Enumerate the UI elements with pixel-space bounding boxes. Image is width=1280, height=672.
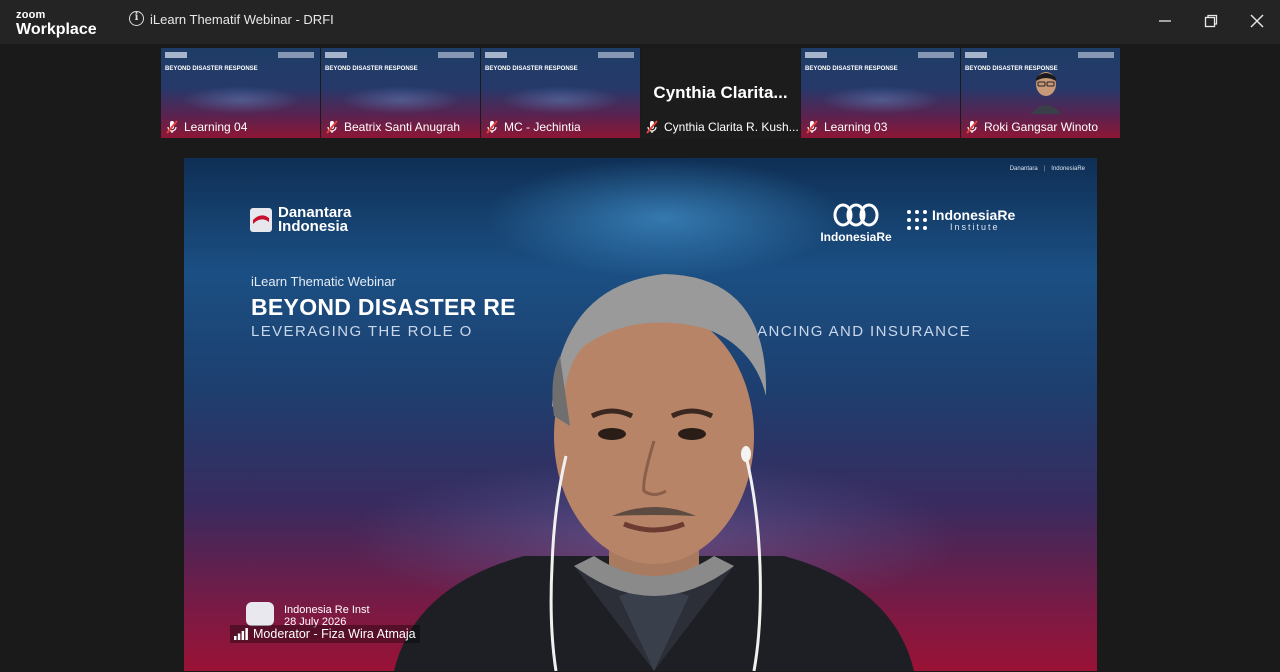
participant-tile[interactable]: BEYOND DISASTER RESPONSE MC - Jechintia — [481, 48, 640, 138]
close-icon — [1250, 14, 1264, 28]
danantara-logo: Danantara Indonesia — [250, 205, 351, 235]
speaker-person — [394, 274, 914, 671]
indonesiare-logo: IndonesiaRe — [814, 202, 898, 244]
participant-name: Learning 03 — [824, 120, 888, 134]
title-bar: zoom Workplace i iLearn Thematif Webinar… — [0, 0, 1280, 44]
slide-thumb-logo — [1078, 52, 1114, 58]
zoom-workplace-logo: zoom Workplace — [16, 10, 97, 38]
institute-title: IndonesiaRe — [932, 207, 1016, 223]
close-button[interactable] — [1243, 10, 1271, 34]
institute-dots-icon — [907, 210, 927, 230]
gallery-strip: BEYOND DISASTER RESPONSE Learning 04 BEY… — [161, 48, 1120, 138]
danantara-line2: Indonesia — [278, 218, 349, 235]
participant-name: Beatrix Santi Anugrah — [344, 120, 461, 134]
participant-name-label: Roki Gangsar Winoto — [965, 119, 1098, 135]
slide-top-logos: Danantara | IndonesiaRe — [1009, 166, 1085, 172]
footer-logo-icon — [246, 602, 274, 626]
brand-big: Workplace — [16, 21, 97, 38]
participant-video-person — [1031, 72, 1061, 114]
participant-tile[interactable]: BEYOND DISASTER RESPONSE Beatrix Santi A… — [321, 48, 480, 138]
active-speaker-name-label: Moderator - Fiza Wira Atmaja — [230, 625, 420, 643]
slide-thumb-logo — [485, 52, 507, 58]
participant-name: Roki Gangsar Winoto — [984, 120, 1099, 134]
participant-name-label: Beatrix Santi Anugrah — [325, 119, 460, 135]
indonesiare-rings-icon — [833, 203, 879, 227]
mic-muted-icon — [326, 120, 338, 134]
connection-signal-icon — [234, 628, 248, 640]
mic-muted-icon — [646, 120, 658, 134]
slide-thumb-title: BEYOND DISASTER RESPONSE — [805, 66, 898, 72]
participant-tile[interactable]: BEYOND DISASTER RESPONSE Roki Gangsar Wi… — [961, 48, 1120, 138]
mini-logo-danantara: Danantara — [1009, 166, 1038, 172]
brand-small: zoom — [16, 9, 46, 21]
slide-thumb-logo — [805, 52, 827, 58]
info-icon[interactable]: i — [129, 11, 144, 26]
participant-name: Cynthia Clarita R. Kush... — [664, 120, 799, 134]
participant-tile[interactable]: Cynthia Clarita... Cynthia Clarita R. Ku… — [641, 48, 800, 138]
participant-display-name: Cynthia Clarita... — [653, 83, 788, 102]
participant-name: Learning 04 — [184, 120, 248, 134]
minimize-button[interactable] — [1151, 10, 1179, 34]
mic-muted-icon — [166, 120, 178, 134]
indonesiare-text: IndonesiaRe — [820, 230, 892, 244]
restore-button[interactable] — [1197, 10, 1225, 34]
mic-muted-icon — [806, 120, 818, 134]
participant-name-label: MC - Jechintia — [485, 119, 581, 135]
slide-thumb-logo — [165, 52, 187, 58]
restore-icon — [1204, 14, 1218, 28]
participant-tile[interactable]: BEYOND DISASTER RESPONSE Learning 04 — [161, 48, 320, 138]
slide-thumb-logo — [438, 52, 474, 58]
danantara-mark-icon — [250, 208, 272, 232]
mic-muted-icon — [486, 120, 498, 134]
slide-thumb-logo — [325, 52, 347, 58]
participant-name-label: Learning 04 — [165, 119, 247, 135]
indonesiare-institute-logo: IndonesiaRe Institute — [906, 208, 1015, 232]
slide-thumb-logo — [598, 52, 634, 58]
participant-name-label: Learning 03 — [805, 119, 887, 135]
window-title: iLearn Thematif Webinar - DRFI — [150, 12, 334, 27]
slide-thumb-logo — [918, 52, 954, 58]
participant-name-label: Cynthia Clarita R. Kush... — [645, 119, 799, 135]
active-speaker-name: Moderator - Fiza Wira Atmaja — [253, 627, 416, 641]
mini-logo-indonesiare: IndonesiaRe — [1051, 166, 1085, 172]
mic-muted-icon — [966, 120, 978, 134]
slide-footer-org: Indonesia Re Inst — [284, 604, 370, 616]
slide-thumb-title: BEYOND DISASTER RESPONSE — [485, 66, 578, 72]
slide-thumb-logo — [278, 52, 314, 58]
slide-thumb-logo — [965, 52, 987, 58]
active-speaker-video[interactable]: Danantara | IndonesiaRe Danantara Indone… — [184, 158, 1097, 671]
institute-subtitle: Institute — [950, 222, 1000, 232]
slide-thumb-title: BEYOND DISASTER RESPONSE — [165, 66, 258, 72]
minimize-icon — [1159, 20, 1171, 22]
participant-tile[interactable]: BEYOND DISASTER RESPONSE Learning 03 — [801, 48, 960, 138]
participant-name: MC - Jechintia — [504, 120, 581, 134]
slide-thumb-title: BEYOND DISASTER RESPONSE — [325, 66, 418, 72]
